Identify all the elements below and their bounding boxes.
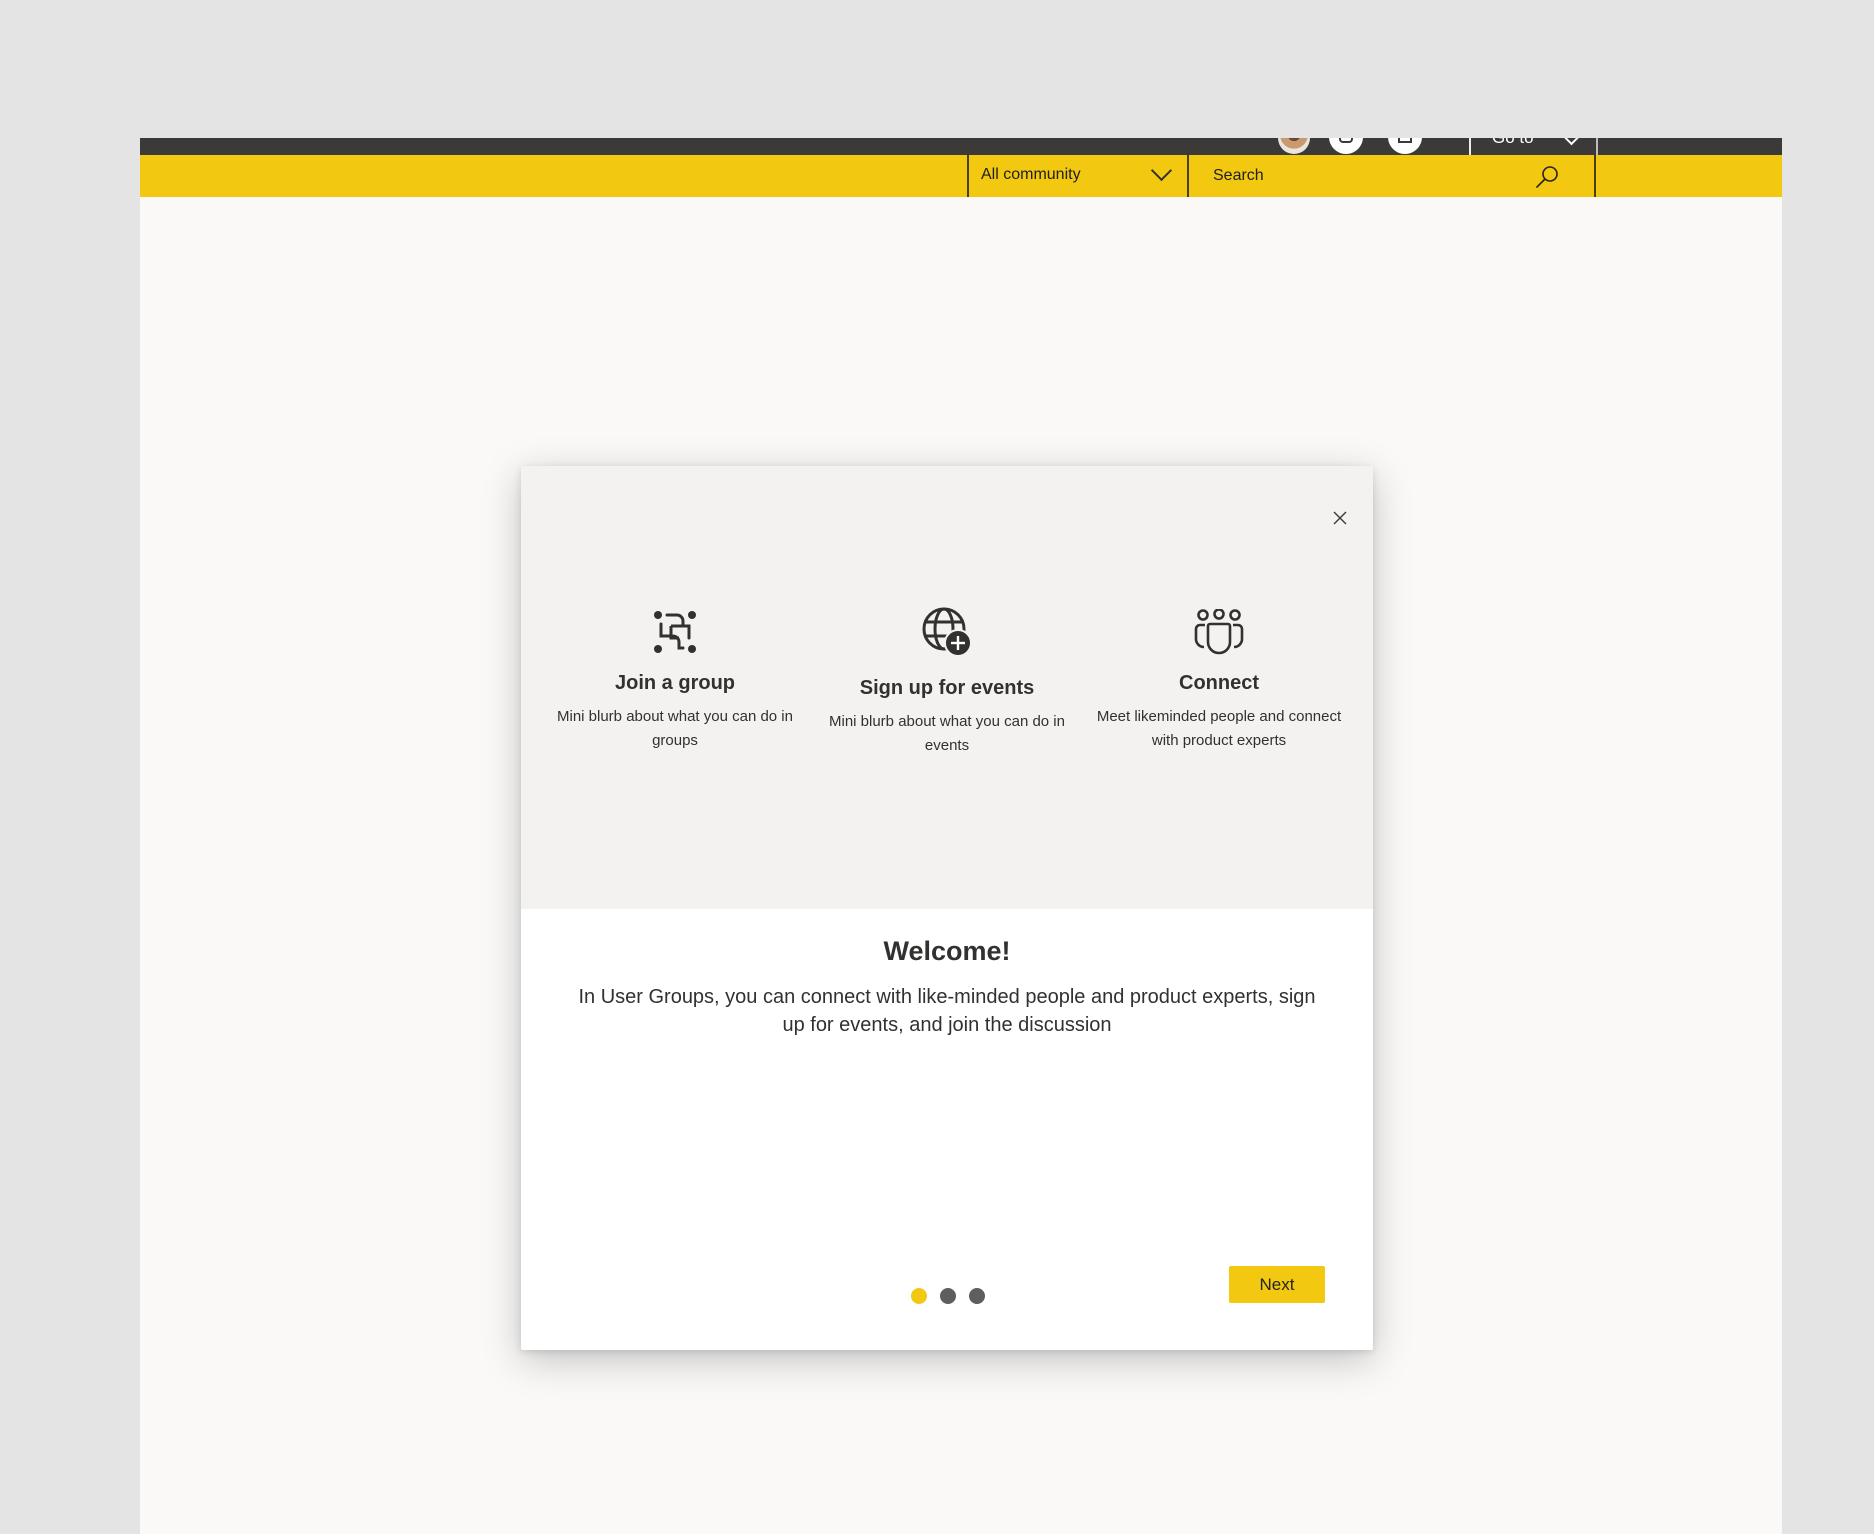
feature-description: Mini blurb about what you can do in even… xyxy=(829,713,1065,754)
people-community-icon xyxy=(1194,609,1244,655)
search-input[interactable] xyxy=(1213,165,1533,187)
notifications-button[interactable] xyxy=(1329,138,1363,154)
messages-button[interactable] xyxy=(1388,138,1422,154)
search-box xyxy=(1189,155,1596,197)
feature-list: Join a group Mini blurb about what you c… xyxy=(521,606,1373,758)
goto-menu[interactable]: Go to xyxy=(1492,138,1534,148)
pagination-dot-3[interactable] xyxy=(969,1288,985,1304)
divider xyxy=(1596,138,1598,155)
close-icon[interactable] xyxy=(1332,510,1348,526)
feature-sign-up-events: Sign up for events Mini blurb about what… xyxy=(817,606,1077,758)
user-avatar[interactable] xyxy=(1278,138,1310,154)
pagination-dot-2[interactable] xyxy=(940,1288,956,1304)
pagination-dots xyxy=(911,1288,985,1304)
mail-icon xyxy=(1398,138,1412,143)
feature-description: Meet likeminded people and connect with … xyxy=(1096,708,1342,749)
feature-description: Mini blurb about what you can do in grou… xyxy=(557,708,793,749)
dialog-body: In User Groups, you can connect with lik… xyxy=(578,986,1316,1036)
dialog-hero: Join a group Mini blurb about what you c… xyxy=(521,466,1373,909)
feature-connect: Connect Meet likeminded people and conne… xyxy=(1089,606,1349,758)
dialog-title: Welcome! xyxy=(883,936,1011,966)
feature-title: Connect xyxy=(1179,672,1259,694)
group-icon xyxy=(654,611,696,653)
feature-title: Sign up for events xyxy=(859,677,1035,699)
welcome-dialog: Join a group Mini blurb about what you c… xyxy=(521,466,1373,1350)
top-nav-bar: Go to xyxy=(140,138,1782,155)
next-button[interactable]: Next xyxy=(1229,1266,1325,1303)
page: Go to All community xyxy=(140,138,1782,1534)
search-icon[interactable] xyxy=(1534,164,1560,190)
globe-add-icon xyxy=(922,607,972,657)
search-bar: All community xyxy=(140,155,1782,197)
search-scope-value: All community xyxy=(981,166,1081,183)
chevron-down-icon xyxy=(1150,159,1173,182)
search-scope-dropdown[interactable]: All community xyxy=(967,155,1189,197)
feature-join-group: Join a group Mini blurb about what you c… xyxy=(545,606,805,758)
pagination-dot-1[interactable] xyxy=(911,1288,927,1304)
chevron-down-icon[interactable] xyxy=(1563,138,1580,146)
notifications-bell-icon xyxy=(1339,138,1353,143)
divider xyxy=(1469,138,1471,155)
feature-title: Join a group xyxy=(615,672,735,694)
welcome-content: Welcome! In User Groups, you can connect… xyxy=(521,936,1373,1039)
